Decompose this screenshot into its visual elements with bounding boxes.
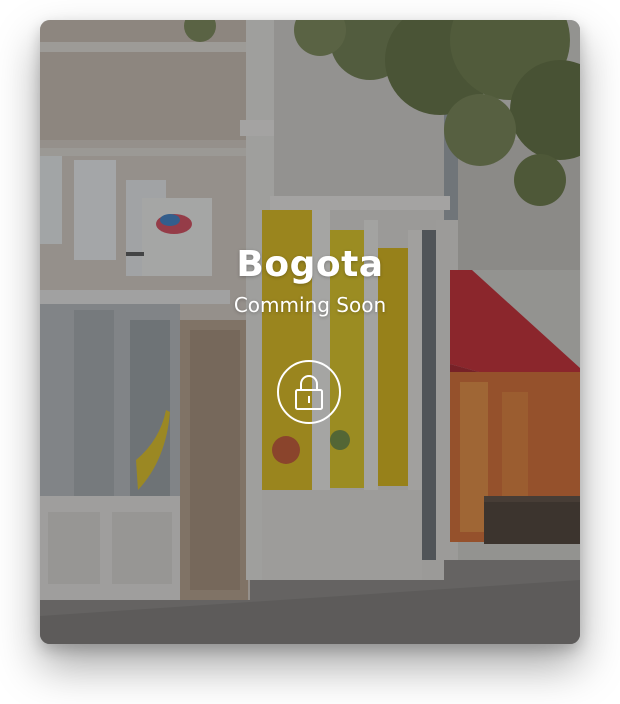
lock-button[interactable] bbox=[277, 360, 341, 424]
card-title: Bogota bbox=[236, 244, 384, 285]
location-card[interactable]: Bogota Comming Soon bbox=[40, 20, 580, 644]
lock-icon bbox=[295, 375, 323, 410]
card-subtitle: Comming Soon bbox=[233, 293, 387, 317]
card-content: Bogota Comming Soon bbox=[40, 20, 580, 644]
